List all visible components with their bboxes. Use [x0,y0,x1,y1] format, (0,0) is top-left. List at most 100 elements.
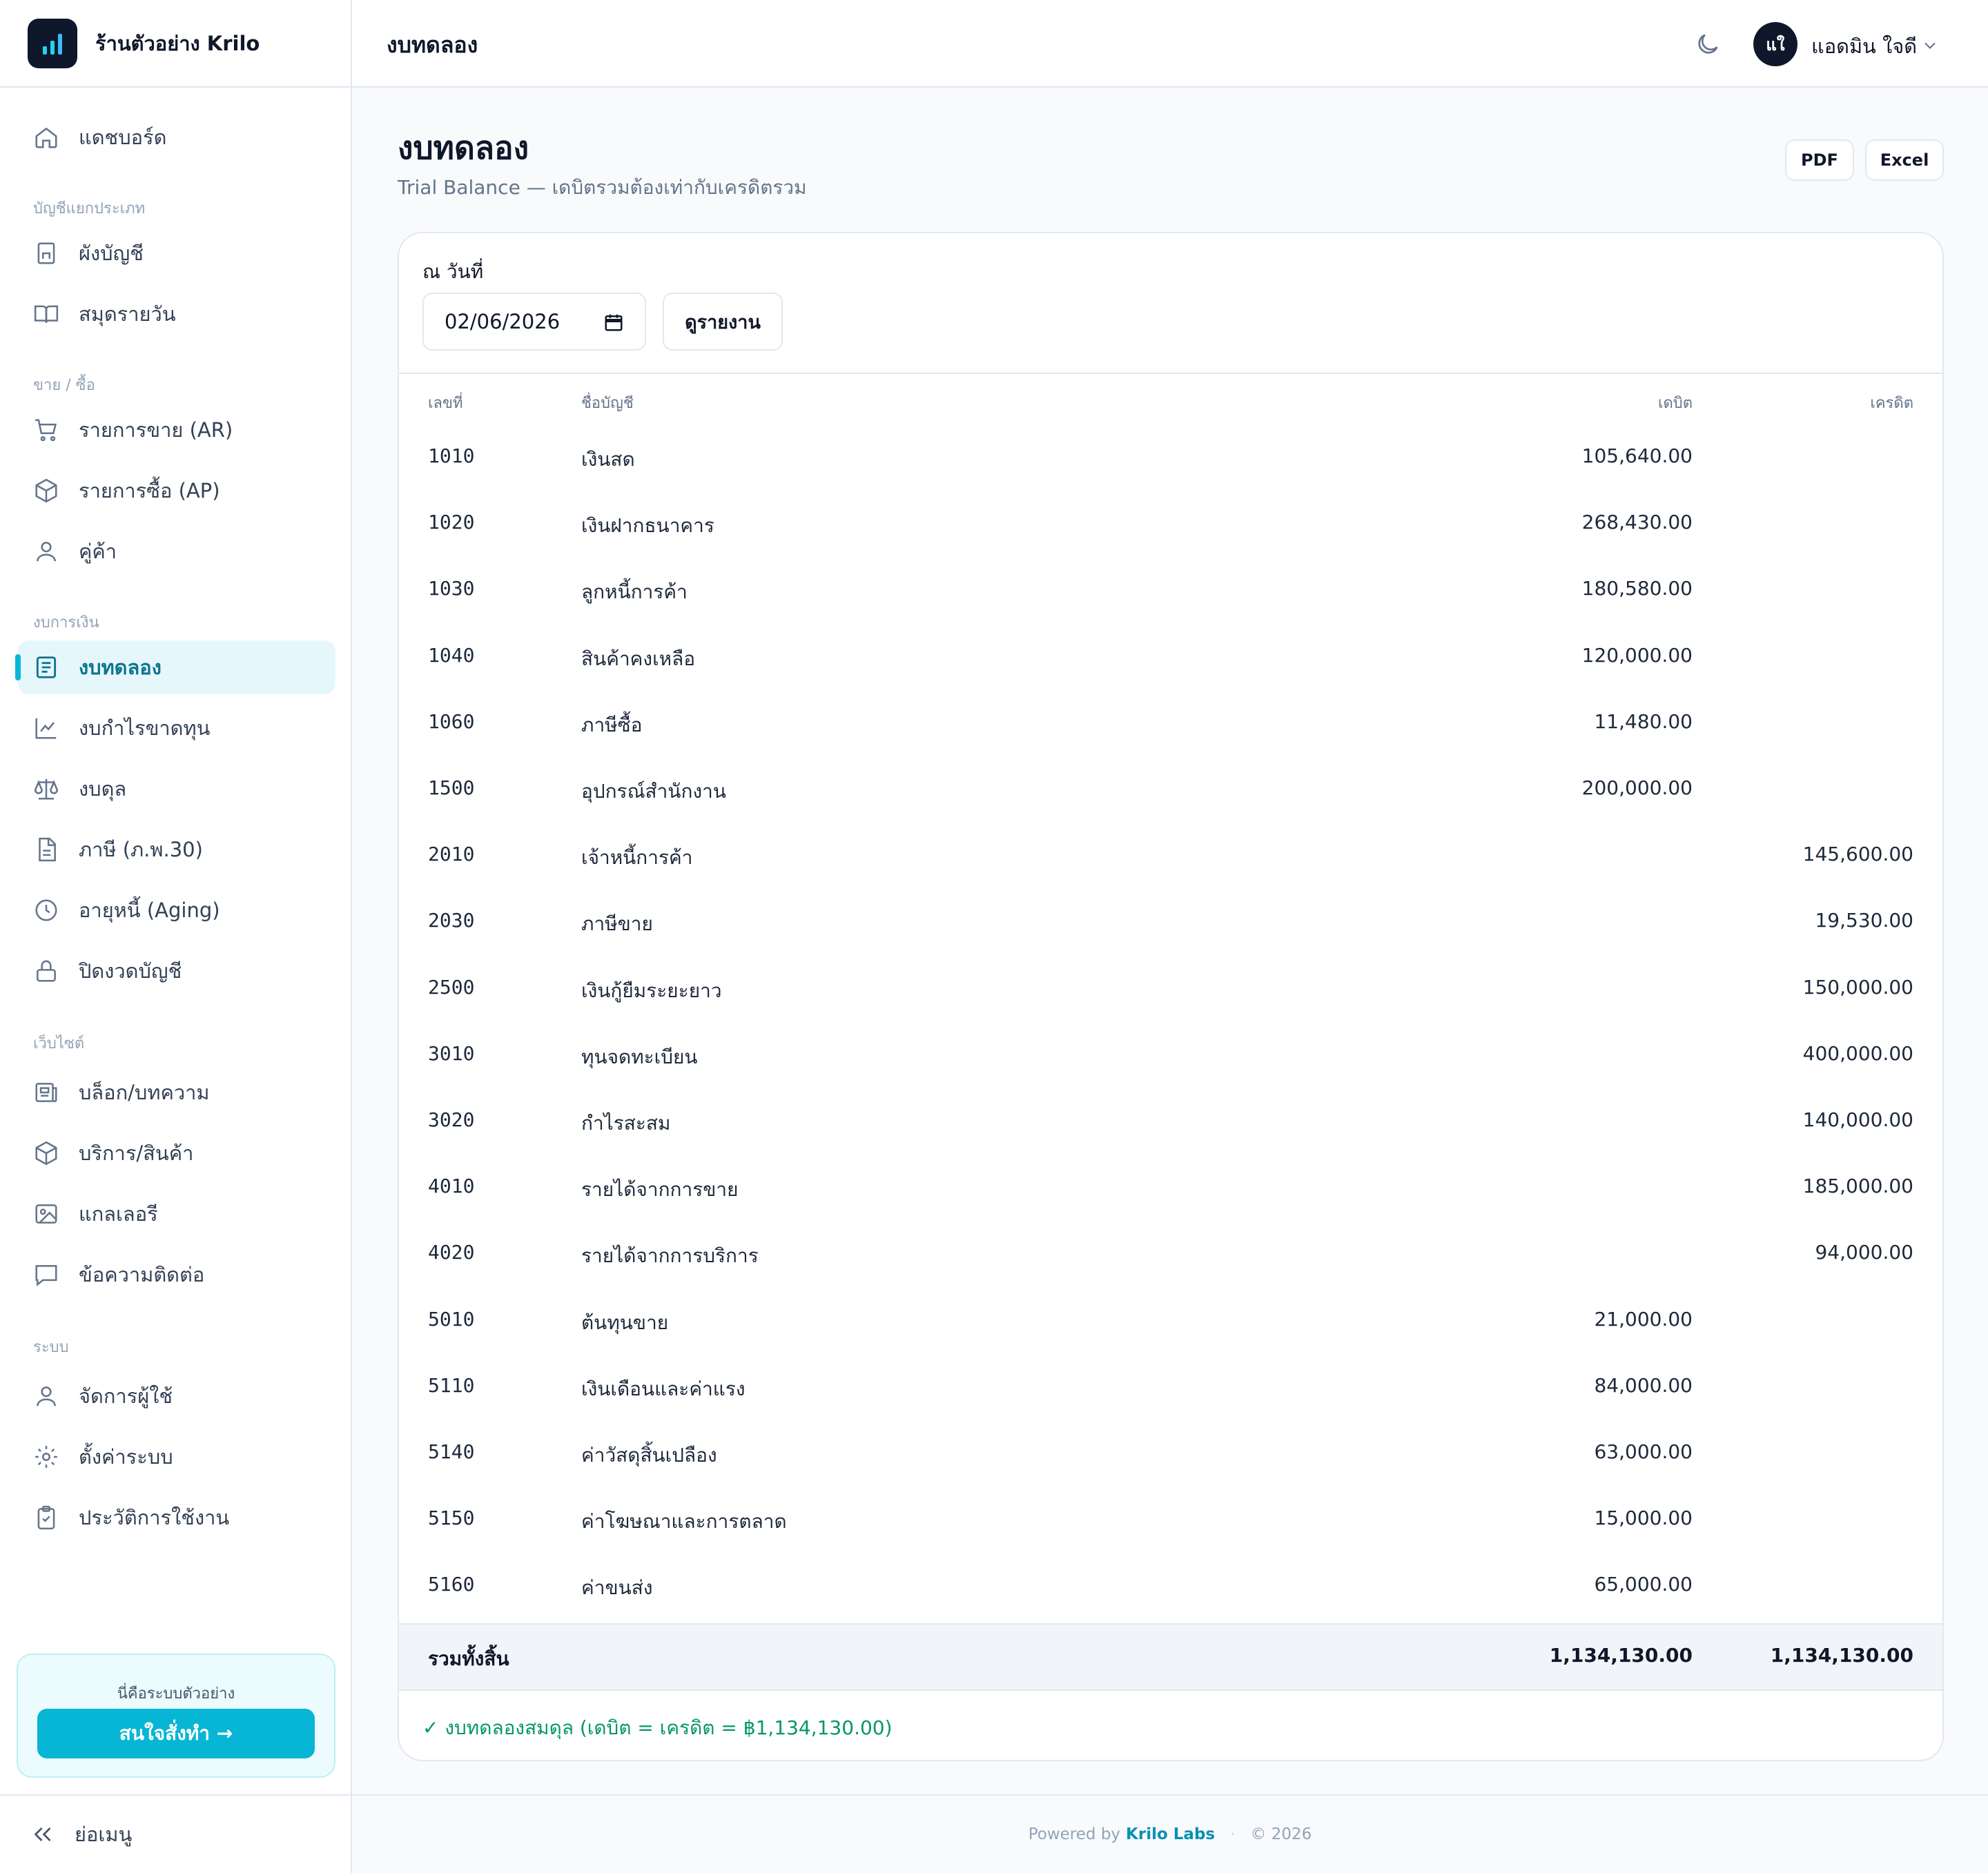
table-row[interactable]: 1500 อุปกรณ์สำนักงาน 200,000.00 [399,757,1942,823]
clock-icon [35,899,57,921]
image-icon [35,1204,57,1224]
total-label: รวมทั้งสิ้น [428,1647,509,1670]
user-name[interactable]: แอดมิน ใจดี [1811,30,1917,62]
credit-amount: 400,000.00 [1802,1041,1913,1065]
total-row: รวมทั้งสิ้น 1,134,130.00 1,134,130.00 [399,1623,1942,1689]
credit-amount: 150,000.00 [1802,975,1913,999]
table-row[interactable]: 2010 เจ้าหนี้การค้า 145,600.00 [399,823,1942,890]
sidebar-item-label: จัดการผู้ใช้ [79,1384,173,1408]
account-number: 4020 [428,1241,475,1264]
table-row[interactable]: 1060 ภาษีซื้อ 11,480.00 [399,691,1942,757]
trial-balance-card: ณ วันที่ 02/06/2026 ดูรายงาน เลขที่ ชื่อ… [398,232,1944,1761]
sidebar-item-label: รายการซื้อ (AP) [79,479,220,502]
ledger-icon [37,242,55,264]
sidebar-item-services[interactable]: บริการ/สินค้า [18,1126,335,1180]
export-excel-button[interactable]: Excel [1865,139,1944,181]
debit-amount: 84,000.00 [1594,1373,1693,1397]
book-icon [34,305,59,323]
brand[interactable]: ร้านตัวอย่าง Krilo [0,0,351,88]
clipboard-icon [37,1505,55,1530]
sidebar-item-blog[interactable]: บล็อก/บทความ [18,1066,335,1119]
account-name: สินค้าคงเหลือ [581,647,696,670]
account-number: 5140 [428,1440,475,1463]
chevron-down-icon[interactable] [1920,36,1940,55]
sidebar-item-label: ประวัติการใช้งาน [79,1506,230,1529]
divider [399,373,1942,374]
sidebar-item-messages[interactable]: ข้อความติดต่อ [18,1248,335,1302]
sidebar-item-users[interactable]: จัดการผู้ใช้ [18,1369,335,1423]
order-button[interactable]: สนใจสั่งทำ → [37,1709,315,1758]
sidebar-item-chart-of-accounts[interactable]: ผังบัญชี [18,226,335,280]
collapse-menu-button[interactable]: ย่อเมนู [0,1794,352,1873]
krilo-labs-link[interactable]: Krilo Labs [1126,1825,1215,1843]
account-number: 5010 [428,1307,475,1331]
chevrons-left-icon [34,1827,51,1841]
export-pdf-button[interactable]: PDF [1785,139,1854,181]
sidebar-item-contacts[interactable]: คู่ค้า [18,524,335,578]
table-row[interactable]: 5010 ต้นทุนขาย 21,000.00 [399,1288,1942,1355]
table-row[interactable]: 2030 ภาษีขาย 19,530.00 [399,890,1942,956]
logo-icon [28,18,77,68]
sidebar-item-label: แดชบอร์ด [79,126,167,149]
gear-icon [35,1446,57,1468]
column-header-name: ชื่อบัญชี [581,395,634,412]
sidebar-item-sales-ar[interactable]: รายการขาย (AR) [18,403,335,457]
account-number: 4010 [428,1175,475,1198]
newspaper-icon [35,1083,57,1102]
table-row[interactable]: 1040 สินค้าคงเหลือ 120,000.00 [399,625,1942,691]
date-value: 02/06/2026 [445,310,561,333]
section-label-website: เว็บไซต์ [33,1035,85,1052]
table-row[interactable]: 5150 ค่าโฆษณาและการตลาด 15,000.00 [399,1487,1942,1553]
account-name: เงินสด [581,448,635,471]
table-row[interactable]: 3010 ทุนจดทะเบียน 400,000.00 [399,1023,1942,1089]
table-row[interactable]: 4020 รายได้จากการบริการ 94,000.00 [399,1222,1942,1288]
table-row[interactable]: 3020 กำไรสะสม 140,000.00 [399,1089,1942,1155]
view-report-button[interactable]: ดูรายงาน [663,293,783,351]
account-number: 1060 [428,709,475,733]
sidebar-item-gallery[interactable]: แกลเลอรี [18,1187,335,1241]
account-number: 1040 [428,643,475,667]
sidebar-item-label: สมุดรายวัน [79,302,176,326]
moon-icon[interactable] [1694,30,1722,58]
debit-amount: 200,000.00 [1581,776,1693,799]
sidebar-item-tax[interactable]: ภาษี (ภ.พ.30) [18,823,335,876]
app-name: ร้านตัวอย่าง Krilo [95,31,260,55]
avatar[interactable]: แใ [1753,22,1797,66]
table-row[interactable]: 5110 เงินเดือนและค่าแรง 84,000.00 [399,1355,1942,1421]
table-row[interactable]: 2500 เงินกู้ยืมระยะยาว 150,000.00 [399,957,1942,1023]
table-row[interactable]: 1020 เงินฝากธนาคาร 268,430.00 [399,491,1942,558]
lock-icon [37,960,56,982]
sidebar-item-purchases-ap[interactable]: รายการซื้อ (AP) [18,464,335,518]
sidebar-item-balance-sheet[interactable]: งบดุล [18,762,335,816]
scale-icon [34,778,59,800]
account-name: รายได้จากการขาย [581,1178,739,1202]
sidebar-item-journal[interactable]: สมุดรายวัน [18,287,335,341]
sidebar: ร้านตัวอย่าง Krilo แดชบอร์ด บัญชีแยกประเ… [0,0,352,1873]
account-name: ค่าวัสดุสิ้นเปลือง [581,1444,717,1467]
list-icon [36,656,57,678]
sidebar-item-history[interactable]: ประวัติการใช้งาน [18,1491,335,1545]
column-header-debit: เดบิต [1657,395,1693,412]
table-row[interactable]: 5140 ค่าวัสดุสิ้นเปลือง 63,000.00 [399,1421,1942,1487]
user-icon [37,1386,56,1406]
sidebar-item-trial-balance[interactable]: งบทดลอง [15,640,335,694]
debit-amount: 268,430.00 [1581,511,1693,534]
powered-by: Powered by [1028,1825,1121,1843]
debit-amount: 21,000.00 [1594,1307,1693,1331]
calendar-icon[interactable] [603,312,624,333]
sidebar-item-settings[interactable]: ตั้งค่าระบบ [18,1430,335,1484]
account-number: 1020 [428,511,475,534]
date-input[interactable]: 02/06/2026 [422,293,646,351]
document-icon [39,837,56,862]
table-row[interactable]: 4010 รายได้จากการขาย 185,000.00 [399,1155,1942,1222]
sidebar-item-dashboard[interactable]: แดชบอร์ด [18,110,335,164]
page-subtitle: Trial Balance — เดบิตรวมต้องเท่ากับเครดิ… [398,176,807,199]
copyright: © 2026 [1250,1825,1312,1843]
sidebar-item-close-period[interactable]: ปิดงวดบัญชี [18,944,335,998]
table-row[interactable]: 5160 ค่าขนส่ง 65,000.00 [399,1553,1942,1620]
account-name: ค่าโฆษณาและการตลาด [581,1510,787,1533]
sidebar-item-aging[interactable]: อายุหนี้ (Aging) [18,883,335,937]
table-row[interactable]: 1030 ลูกหนี้การค้า 180,580.00 [399,558,1942,624]
sidebar-item-profit-loss[interactable]: งบกำไรขาดทุน [18,701,335,755]
table-row[interactable]: 1010 เงินสด 105,640.00 [399,425,1942,491]
